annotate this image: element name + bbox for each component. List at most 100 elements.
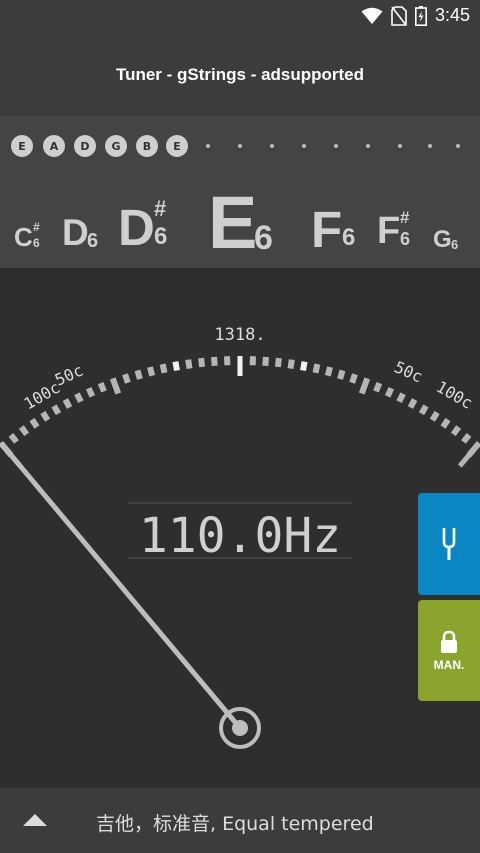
cent-tick	[407, 398, 418, 409]
cent-tick	[274, 357, 282, 368]
note-f-sharp-6[interactable]: F # 6	[377, 208, 421, 264]
string-chip[interactable]: B	[136, 135, 158, 157]
cent-tick	[134, 369, 143, 380]
cent-tick	[198, 357, 206, 368]
note-octave: 6	[33, 236, 40, 250]
note-letter: D	[118, 199, 155, 256]
string-chip[interactable]: G	[105, 135, 127, 157]
note-letter: F	[377, 210, 401, 252]
cent-tick	[85, 386, 96, 398]
scale-label-right-50c: 50c	[391, 357, 425, 386]
string-slot-dot	[398, 144, 402, 148]
string-chip[interactable]: E	[166, 135, 188, 157]
cent-tick	[8, 433, 19, 444]
note-sharp: #	[154, 196, 167, 221]
note-e-6-current[interactable]: E 6	[208, 180, 280, 266]
frequency-display: 110.0Hz	[139, 508, 341, 564]
cent-tick	[109, 377, 122, 395]
note-scale: C # 6 D 6 D # 6 E 6 F 6 F # 6 G 6	[0, 176, 480, 268]
cent-tick	[373, 381, 383, 393]
note-octave: 6	[87, 230, 99, 252]
note-sharp: #	[33, 220, 40, 234]
status-icons: 3:45	[361, 5, 470, 26]
string-slot-dot	[238, 144, 242, 148]
status-bar: 3:45	[0, 0, 480, 34]
scale-end-bracket	[457, 441, 480, 468]
note-g-6[interactable]: G 6	[433, 226, 467, 262]
status-time: 3:45	[434, 5, 470, 25]
note-octave: 6	[254, 219, 273, 257]
cent-tick	[159, 363, 168, 374]
string-slot-dot	[270, 144, 274, 148]
cent-tick	[172, 361, 180, 372]
tuning-fork-icon	[442, 528, 456, 560]
cent-tick	[450, 425, 462, 437]
target-frequency: 1318.	[214, 325, 265, 345]
note-d-6[interactable]: D 6	[62, 212, 102, 262]
cent-tick	[300, 361, 308, 372]
bottom-bar: 吉他，标准音, Equal tempered	[0, 788, 480, 853]
expand-panel-button[interactable]	[20, 808, 50, 832]
cent-tick	[429, 410, 440, 422]
note-c-sharp-6[interactable]: C # 6	[14, 220, 44, 262]
cent-tick	[211, 356, 218, 367]
cent-tick	[418, 404, 429, 416]
string-slot-dot	[302, 144, 306, 148]
cent-tick	[62, 398, 73, 409]
needle-pivot	[232, 720, 248, 736]
cent-tick	[384, 386, 395, 398]
tuning-selector[interactable]: 吉他，标准音, Equal tempered	[96, 809, 374, 836]
string-slot-dot	[366, 144, 370, 148]
cent-tick	[396, 392, 406, 404]
triangle-up-icon	[23, 814, 47, 826]
note-octave: 6	[342, 224, 356, 251]
tuning-fork-button[interactable]	[418, 493, 480, 595]
cent-tick	[312, 363, 321, 374]
string-chip[interactable]: E	[11, 135, 33, 157]
note-letter: C	[14, 222, 33, 252]
scale-label-left-50c: 50c	[52, 361, 86, 390]
note-letter: E	[208, 181, 258, 264]
strings-row: E A D G B E	[0, 116, 480, 176]
tuning-meter: 1318. 100c 50c 50c 100c 110.0Hz	[0, 268, 480, 788]
battery-charging-icon	[414, 5, 427, 26]
cent-tick	[461, 433, 472, 444]
cent-tick	[147, 366, 156, 377]
note-letter: F	[311, 201, 343, 258]
string-slot-dot	[456, 144, 460, 148]
lock-icon	[441, 630, 457, 653]
cent-tick	[349, 373, 358, 384]
cent-tick	[324, 366, 333, 377]
cent-tick	[440, 417, 451, 429]
cent-tick	[18, 425, 30, 437]
cent-tick	[74, 392, 84, 404]
string-slot-dot	[334, 144, 338, 148]
cent-tick	[122, 373, 131, 384]
cent-tick	[40, 410, 51, 422]
cent-tick	[97, 381, 107, 393]
manual-mode-label: MAN.	[433, 657, 465, 672]
string-slot-dot	[428, 144, 432, 148]
scale-label-right-100c: 100c	[433, 377, 476, 413]
meter-graphic: 1318. 100c 50c 50c 100c 110.0Hz	[0, 325, 480, 749]
note-letter: D	[62, 212, 89, 253]
cent-tick	[262, 356, 269, 367]
cent-tick	[29, 417, 40, 429]
manual-mode-button[interactable]: MAN.	[418, 600, 480, 701]
cent-tick	[287, 359, 295, 369]
note-octave: 6	[154, 223, 168, 250]
cent-tick	[337, 369, 346, 380]
string-chip[interactable]: D	[74, 135, 96, 157]
no-sim-icon	[391, 5, 407, 26]
app-title: Tuner - gStrings - adsupported	[115, 65, 365, 84]
note-octave: 6	[400, 229, 411, 249]
app-bar: Tuner - gStrings - adsupported	[0, 34, 480, 116]
note-d-sharp-6[interactable]: D # 6	[118, 196, 178, 264]
string-chip[interactable]: A	[43, 135, 65, 157]
meter-needle	[0, 442, 243, 731]
cent-tick	[51, 404, 62, 416]
wifi-icon	[361, 7, 383, 24]
note-sharp: #	[400, 208, 410, 227]
note-letter: G	[433, 226, 452, 253]
note-f-6[interactable]: F 6	[311, 200, 361, 264]
